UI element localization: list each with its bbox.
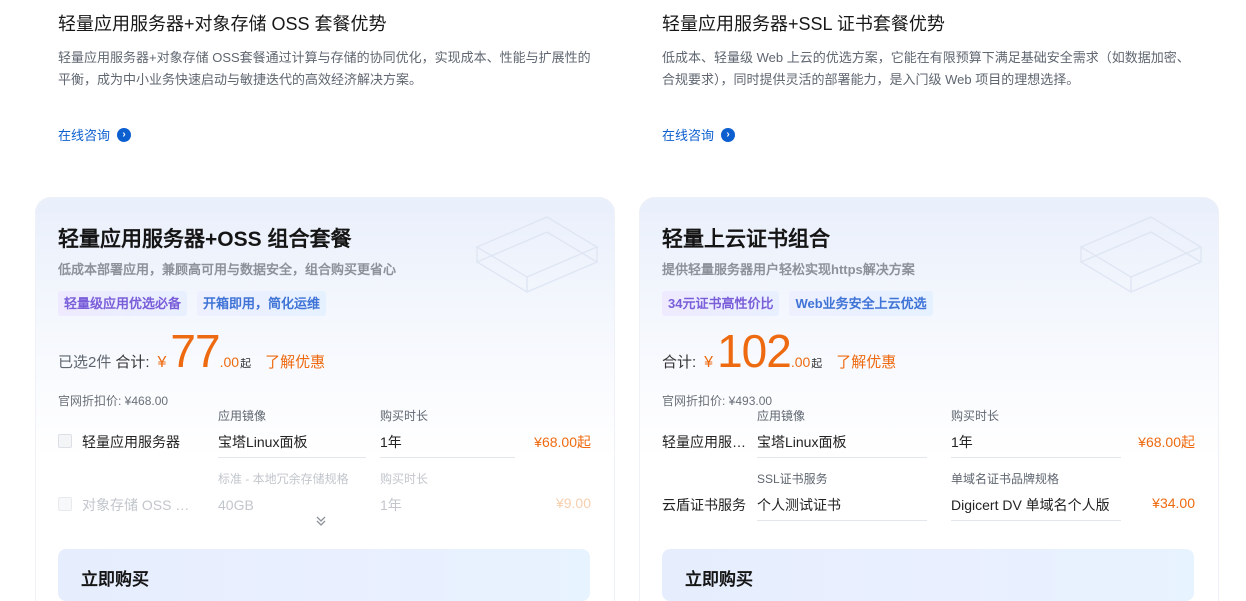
item-price: ¥68.00起 xyxy=(1138,434,1195,450)
currency-symbol: ¥ xyxy=(704,354,714,371)
online-consult-label: 在线咨询 xyxy=(662,128,715,143)
item-price: ¥34.00 xyxy=(1152,495,1195,511)
field-label: 单域名证书品牌规格 xyxy=(951,472,1060,486)
feature-tags: 34元证书高性价比 Web业务安全上云优选 xyxy=(662,291,933,316)
field-label: SSL证书服务 xyxy=(757,472,828,486)
price-decimal: .00 xyxy=(219,354,240,370)
buy-now-label: 立即购买 xyxy=(81,570,149,589)
total-label: 合计: xyxy=(662,354,697,371)
item-price: ¥9.00 xyxy=(555,495,591,511)
card-decoration-graphic xyxy=(1079,216,1203,293)
price-from-suffix: 起 xyxy=(240,358,252,370)
field-select[interactable]: Digicert DV 单域名个人版 xyxy=(951,493,1121,521)
field-select[interactable]: 宝塔Linux面板 xyxy=(757,430,927,458)
buy-now-button[interactable]: 立即购买 xyxy=(662,549,1194,601)
item-price: ¥68.00起 xyxy=(534,434,591,450)
card-subtitle: 低成本部署应用，兼顾高可用与数据安全，组合购买更省心 xyxy=(58,262,397,277)
field-select[interactable]: 个人测试证书 xyxy=(757,493,927,521)
list-price: 官网折扣价: ¥468.00 xyxy=(58,394,169,408)
feature-tag: Web业务安全上云优选 xyxy=(789,291,933,316)
feature-tag: 34元证书高性价比 xyxy=(662,291,780,316)
buy-now-label: 立即购买 xyxy=(685,570,753,589)
card-title: 轻量上云证书组合 xyxy=(662,228,830,251)
price-integer: 102 xyxy=(717,325,792,377)
item-name: 云盾证书服务 xyxy=(662,497,746,513)
chevron-right-circle-icon: › xyxy=(721,127,736,142)
card-subtitle: 提供轻量服务器用户轻松实现https解决方案 xyxy=(662,262,915,277)
item-field-spec[interactable]: 标准 - 本地冗余存储规格 40GB xyxy=(218,471,366,521)
item-field-ssl-service[interactable]: SSL证书服务 个人测试证书 xyxy=(757,471,927,521)
currency-symbol: ¥ xyxy=(157,354,167,371)
combo-card-oss: 轻量应用服务器+OSS 组合套餐 低成本部署应用，兼顾高可用与数据安全，组合购买… xyxy=(35,197,615,601)
field-label: 标准 - 本地冗余存储规格 xyxy=(218,472,349,486)
field-label: 应用镜像 xyxy=(757,409,806,423)
selected-count: 已选2件 xyxy=(58,354,112,371)
field-label: 购买时长 xyxy=(951,409,1000,423)
item-name: 轻量应用服务器 xyxy=(662,434,750,450)
price-from-suffix: 起 xyxy=(811,358,823,370)
total-price-row: 合计: ¥ 102 .00 起 了解优惠 xyxy=(662,325,896,379)
field-select[interactable]: 宝塔Linux面板 xyxy=(218,430,366,458)
intro-title: 轻量应用服务器+对象存储 OSS 套餐优势 xyxy=(58,14,387,34)
learn-discount-link[interactable]: 了解优惠 xyxy=(265,351,325,372)
online-consult-link[interactable]: 在线咨询 › xyxy=(58,125,132,144)
field-select[interactable]: 40GB xyxy=(218,493,366,521)
product-item-lighthouse: 轻量应用服务器 应用镜像 宝塔Linux面板 购买时长 1年 ¥68.00起 xyxy=(58,408,593,464)
list-price: 官网折扣价: ¥493.00 xyxy=(662,394,773,408)
intro-description: 低成本、轻量级 Web 上云的优选方案，它能在有限预算下满足基础安全需求（如数据… xyxy=(662,50,1190,87)
card-decoration-graphic xyxy=(475,216,599,293)
product-item-lighthouse: 轻量应用服务器 应用镜像 宝塔Linux面板 购买时长 1年 ¥68.00起 xyxy=(662,408,1197,464)
item-name: 对象存储 OSS 资源包 xyxy=(82,497,200,513)
intro-ssl: 轻量应用服务器+SSL 证书套餐优势 低成本、轻量级 Web 上云的优选方案，它… xyxy=(662,12,1202,91)
feature-tag: 开箱即用，简化运维 xyxy=(197,291,327,316)
item-checkbox[interactable] xyxy=(58,497,72,511)
field-select[interactable]: 1年 xyxy=(380,493,515,521)
feature-tags: 轻量级应用优选必备 开箱即用，简化运维 xyxy=(58,291,327,316)
price-integer: 77 xyxy=(170,325,220,377)
item-field-duration[interactable]: 购买时长 1年 xyxy=(380,408,515,458)
card-title: 轻量应用服务器+OSS 组合套餐 xyxy=(58,228,352,251)
field-select[interactable]: 1年 xyxy=(380,430,515,458)
feature-tag: 轻量级应用优选必备 xyxy=(58,291,188,316)
chevron-double-down-icon[interactable] xyxy=(315,515,327,530)
buy-now-button[interactable]: 立即购买 xyxy=(58,549,590,601)
item-name: 轻量应用服务器 xyxy=(82,434,180,450)
total-label: 合计: xyxy=(115,354,150,371)
item-field-duration[interactable]: 购买时长 1年 xyxy=(380,471,515,521)
item-field-image[interactable]: 应用镜像 宝塔Linux面板 xyxy=(757,408,927,458)
field-label: 应用镜像 xyxy=(218,409,267,423)
item-field-image[interactable]: 应用镜像 宝塔Linux面板 xyxy=(218,408,366,458)
online-consult-label: 在线咨询 xyxy=(58,128,111,143)
item-field-duration[interactable]: 购买时长 1年 xyxy=(951,408,1121,458)
chevron-right-circle-icon: › xyxy=(117,127,132,142)
online-consult-link[interactable]: 在线咨询 › xyxy=(662,125,736,144)
field-label: 购买时长 xyxy=(380,409,429,423)
item-field-cert-brand[interactable]: 单域名证书品牌规格 Digicert DV 单域名个人版 xyxy=(951,471,1121,521)
price-decimal: .00 xyxy=(790,354,811,370)
product-item-ssl: 云盾证书服务 SSL证书服务 个人测试证书 单域名证书品牌规格 Digicert… xyxy=(662,471,1197,527)
combo-card-ssl: 轻量上云证书组合 提供轻量服务器用户轻松实现https解决方案 34元证书高性价… xyxy=(639,197,1219,601)
learn-discount-link[interactable]: 了解优惠 xyxy=(836,351,896,372)
field-label: 购买时长 xyxy=(380,472,429,486)
intro-description: 轻量应用服务器+对象存储 OSS套餐通过计算与存储的协同优化，实现成本、性能与扩… xyxy=(58,50,591,87)
intro-oss: 轻量应用服务器+对象存储 OSS 套餐优势 轻量应用服务器+对象存储 OSS套餐… xyxy=(58,12,598,91)
total-price-row: 已选2件 合计: ¥ 77 .00 起 了解优惠 xyxy=(58,325,325,379)
field-select[interactable]: 1年 xyxy=(951,430,1121,458)
intro-title: 轻量应用服务器+SSL 证书套餐优势 xyxy=(662,14,945,34)
item-checkbox[interactable] xyxy=(58,434,72,448)
